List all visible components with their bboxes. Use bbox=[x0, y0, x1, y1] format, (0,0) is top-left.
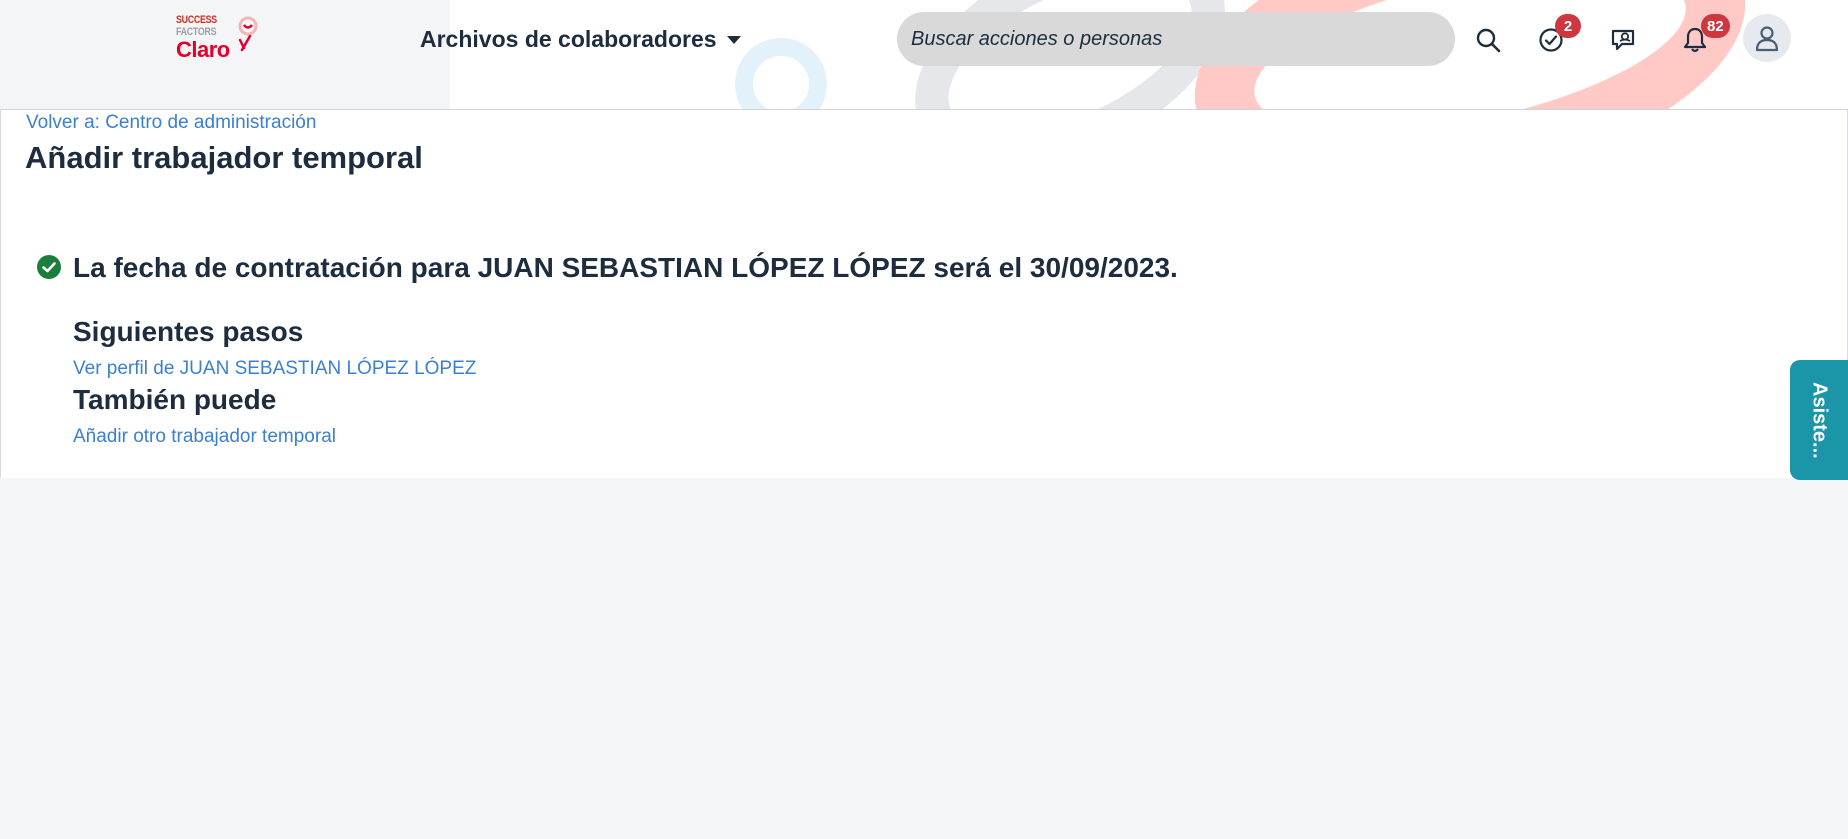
user-profile-button[interactable] bbox=[1743, 14, 1791, 62]
notifications-button[interactable]: 82 bbox=[1673, 14, 1730, 62]
module-switcher[interactable]: Archivos de colaboradores bbox=[420, 24, 741, 54]
user-icon bbox=[1755, 26, 1779, 52]
module-switcher-label: Archivos de colaboradores bbox=[420, 25, 717, 52]
company-logo[interactable]: SUCCESS FACTORS Claro bbox=[176, 14, 266, 70]
assistant-tab-label: Asiste... bbox=[1808, 381, 1831, 459]
approvals-button[interactable]: 2 bbox=[1529, 14, 1581, 62]
next-steps-heading: Siguientes pasos bbox=[73, 316, 304, 347]
hire-date-confirmation: La fecha de contratación para JUAN SEBAS… bbox=[73, 252, 1178, 283]
also-can-heading: También puede bbox=[73, 384, 277, 415]
add-another-temp-worker-link[interactable]: Añadir otro trabajador temporal bbox=[73, 426, 336, 448]
success-check-icon bbox=[37, 255, 61, 279]
back-to-admin-center-link[interactable]: Volver a: Centro de administración bbox=[26, 112, 316, 134]
assistant-tab[interactable]: Asiste... bbox=[1790, 360, 1848, 480]
chat-icon bbox=[1611, 29, 1635, 51]
search-placeholder: Buscar acciones o personas bbox=[911, 27, 1163, 50]
view-profile-link[interactable]: Ver perfil de JUAN SEBASTIAN LÓPEZ LÓPEZ bbox=[73, 358, 476, 380]
page-title: Añadir trabajador temporal bbox=[25, 140, 423, 175]
search-button[interactable] bbox=[1466, 18, 1510, 62]
top-header: SUCCESS FACTORS Claro Archivos de colabo… bbox=[0, 0, 1848, 110]
caret-down-icon bbox=[726, 36, 741, 44]
search-input[interactable]: Buscar acciones o personas bbox=[897, 12, 1455, 66]
chat-button[interactable] bbox=[1601, 18, 1645, 62]
decorative-ring bbox=[735, 38, 827, 109]
search-icon bbox=[1476, 28, 1501, 53]
logo-mark-icon bbox=[238, 16, 258, 52]
notifications-badge: 82 bbox=[1701, 14, 1730, 38]
approvals-badge: 2 bbox=[1555, 14, 1581, 38]
